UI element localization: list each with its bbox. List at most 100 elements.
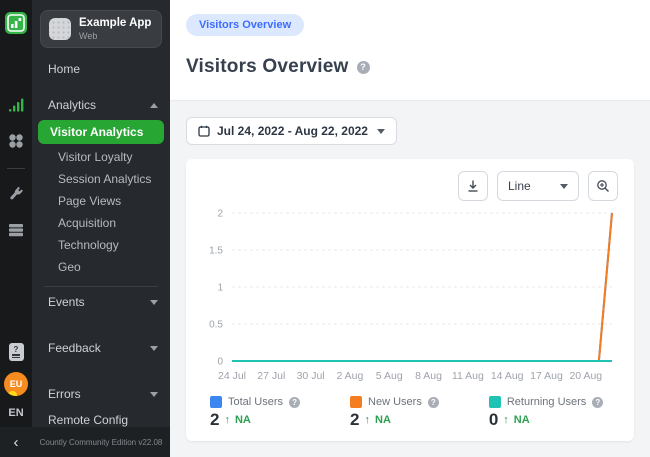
total-users-swatch (210, 396, 222, 408)
new-users-value: 2 (350, 410, 359, 430)
avatar-status-dot (8, 391, 17, 396)
chevron-down-icon (150, 392, 158, 397)
sidebar-item-visitor-loyalty[interactable]: Visitor Loyalty (32, 146, 170, 168)
chart-toolbar: Line (202, 171, 618, 201)
svg-text:2 Aug: 2 Aug (336, 370, 363, 382)
sidebar-item-acquisition[interactable]: Acquisition (32, 212, 170, 234)
trend-up-icon: ↑ (365, 414, 371, 426)
download-chart-button[interactable] (458, 171, 488, 201)
chevron-down-icon (377, 129, 385, 134)
total-users-value: 2 (210, 410, 219, 430)
main-content: Visitors Overview Visitors Overview ? Ju… (170, 0, 650, 457)
menu-divider (44, 286, 158, 287)
magnifier-icon (596, 179, 610, 193)
apps-grid-icon[interactable] (5, 130, 27, 152)
rail-divider (7, 168, 25, 169)
svg-text:30 Jul: 30 Jul (297, 370, 325, 382)
sidebar: ? EU EN Example App Web Home Analytics V… (0, 0, 170, 457)
chevron-up-icon (150, 103, 158, 108)
svg-text:1: 1 (217, 283, 223, 294)
user-avatar[interactable]: EU (4, 372, 28, 396)
svg-text:17 Aug: 17 Aug (530, 370, 563, 382)
version-label: Countly Community Edition v22.08 (32, 438, 170, 447)
collapse-sidebar-button[interactable]: ‹ (0, 435, 32, 450)
sidebar-item-session-analytics[interactable]: Session Analytics (32, 168, 170, 190)
help-guide-icon[interactable]: ? (9, 343, 24, 361)
svg-text:11 Aug: 11 Aug (452, 370, 484, 382)
chevron-down-icon (560, 184, 568, 189)
sidebar-section-analytics[interactable]: Analytics (32, 92, 170, 118)
rail-bottom-group: ? EU EN (0, 343, 32, 419)
analytics-section-label: Analytics (48, 98, 96, 112)
app-platform: Web (79, 31, 151, 41)
countly-logo-icon[interactable] (5, 12, 27, 34)
svg-text:5 Aug: 5 Aug (376, 370, 403, 382)
trend-up-icon: ↑ (224, 414, 230, 426)
sidebar-item-home[interactable]: Home (32, 56, 170, 82)
sidebar-item-page-views[interactable]: Page Views (32, 190, 170, 212)
svg-text:14 Aug: 14 Aug (491, 370, 524, 382)
calendar-icon (198, 125, 210, 137)
sidebar-item-technology[interactable]: Technology (32, 234, 170, 256)
returning-users-value: 0 (489, 410, 498, 430)
zoom-chart-button[interactable] (588, 171, 618, 201)
icon-rail: ? EU EN (0, 0, 32, 457)
download-icon (466, 179, 480, 193)
svg-text:2: 2 (217, 209, 223, 220)
svg-text:27 Jul: 27 Jul (257, 370, 285, 382)
app-name: Example App (79, 17, 151, 29)
management-wrench-icon[interactable] (5, 183, 27, 205)
legend-help-icon[interactable]: ? (592, 397, 603, 408)
legend-label: Returning Users (507, 396, 586, 408)
legend-label: Total Users (228, 396, 283, 408)
avatar-initials: EU (10, 379, 23, 389)
svg-text:8 Aug: 8 Aug (415, 370, 442, 382)
legend-label: New Users (368, 396, 422, 408)
legend-help-icon[interactable]: ? (289, 397, 300, 408)
errors-section-label: Errors (48, 387, 81, 401)
chevron-down-icon (150, 346, 158, 351)
svg-text:0.5: 0.5 (209, 320, 223, 331)
chevron-down-icon (150, 300, 158, 305)
visitors-chart-card: Line 0 0.5 1 1.5 2 24 Jul 27 Jul 30 Jul 2 Aug 5 A… (186, 159, 634, 441)
sidebar-item-visitor-analytics[interactable]: Visitor Analytics (38, 120, 164, 144)
total-users-delta: NA (235, 414, 251, 426)
events-section-label: Events (48, 295, 85, 309)
app-icon (49, 18, 71, 40)
content-area: Jul 24, 2022 - Aug 22, 2022 Line (170, 101, 650, 457)
sidebar-section-errors[interactable]: Errors (32, 381, 170, 407)
new-users-swatch (350, 396, 362, 408)
svg-text:24 Jul: 24 Jul (218, 370, 246, 382)
top-header-bar: Visitors Overview Visitors Overview ? (170, 0, 650, 101)
returning-users-delta: NA (514, 414, 530, 426)
visitors-line-chart: 0 0.5 1 1.5 2 24 Jul 27 Jul 30 Jul 2 Aug 5 Aug 8 A… (202, 203, 618, 392)
svg-text:0: 0 (217, 357, 223, 368)
date-range-picker[interactable]: Jul 24, 2022 - Aug 22, 2022 (186, 117, 397, 145)
chart-legend: Total Users ? 2 ↑ NA New Users (202, 396, 618, 430)
sidebar-section-feedback[interactable]: Feedback (32, 335, 170, 361)
svg-text:1.5: 1.5 (209, 246, 223, 257)
sidebar-menu: Example App Web Home Analytics Visitor A… (32, 0, 170, 457)
legend-help-icon[interactable]: ? (428, 397, 439, 408)
chart-type-value: Line (508, 179, 531, 193)
language-selector[interactable]: EN (8, 407, 23, 419)
chart-type-select[interactable]: Line (497, 171, 579, 201)
data-populator-icon[interactable] (5, 219, 27, 241)
svg-text:20 Aug: 20 Aug (569, 370, 602, 382)
app-selector[interactable]: Example App Web (40, 10, 162, 48)
breadcrumb[interactable]: Visitors Overview (186, 14, 304, 36)
analytics-rail-icon[interactable] (5, 94, 27, 116)
countly-app-window: ? EU EN Example App Web Home Analytics V… (0, 0, 650, 457)
title-help-icon[interactable]: ? (357, 61, 370, 74)
returning-users-swatch (489, 396, 501, 408)
trend-up-icon: ↑ (503, 414, 509, 426)
feedback-section-label: Feedback (48, 341, 101, 355)
date-range-value: Jul 24, 2022 - Aug 22, 2022 (217, 124, 368, 138)
new-users-delta: NA (375, 414, 391, 426)
legend-item-new-users: New Users ? 2 ↑ NA (350, 396, 439, 430)
page-title: Visitors Overview (186, 56, 349, 78)
legend-item-returning-users: Returning Users ? 0 ↑ NA (489, 396, 603, 430)
sidebar-item-geo[interactable]: Geo (32, 256, 170, 278)
sidebar-section-events[interactable]: Events (32, 289, 170, 315)
sidebar-footer: ‹ Countly Community Edition v22.08 (0, 427, 170, 457)
